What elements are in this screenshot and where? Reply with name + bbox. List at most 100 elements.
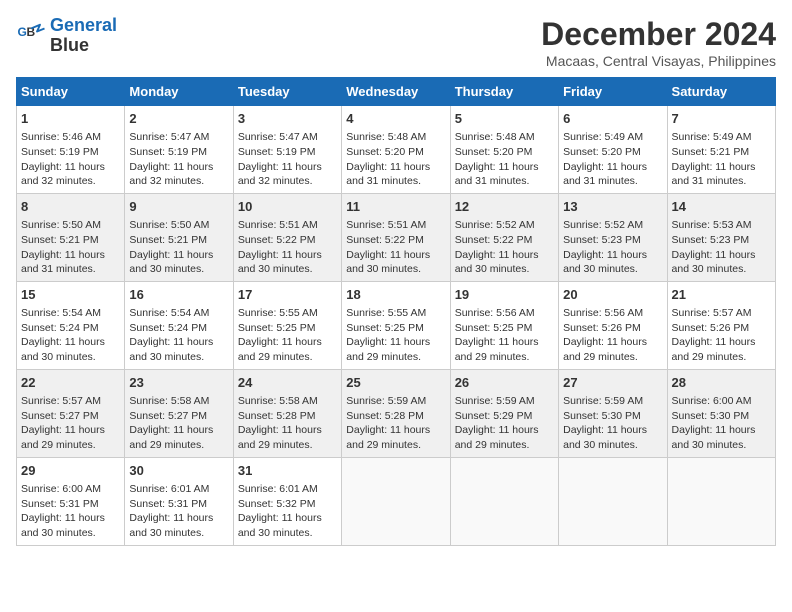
- day-info: Sunrise: 5:49 AM Sunset: 5:21 PM Dayligh…: [672, 130, 771, 189]
- day-info: Sunrise: 5:54 AM Sunset: 5:24 PM Dayligh…: [21, 306, 120, 365]
- calendar-cell: 15 Sunrise: 5:54 AM Sunset: 5:24 PM Dayli…: [17, 281, 125, 369]
- day-info: Sunrise: 5:48 AM Sunset: 5:20 PM Dayligh…: [455, 130, 554, 189]
- day-number: 16: [129, 286, 228, 304]
- day-info: Sunrise: 5:51 AM Sunset: 5:22 PM Dayligh…: [346, 218, 445, 277]
- day-number: 28: [672, 374, 771, 392]
- day-info: Sunrise: 5:46 AM Sunset: 5:19 PM Dayligh…: [21, 130, 120, 189]
- page-subtitle: Macaas, Central Visayas, Philippines: [541, 53, 776, 69]
- calendar-cell: 7 Sunrise: 5:49 AM Sunset: 5:21 PM Daylig…: [667, 106, 775, 194]
- calendar-cell: [559, 457, 667, 545]
- calendar-cell: 5 Sunrise: 5:48 AM Sunset: 5:20 PM Daylig…: [450, 106, 558, 194]
- svg-text:G: G: [18, 25, 27, 39]
- calendar-cell: 6Sunrise: 5:49 AM Sunset: 5:20 PM Daylig…: [559, 106, 667, 194]
- day-number: 30: [129, 462, 228, 480]
- day-number: 31: [238, 462, 337, 480]
- day-number: 6: [563, 110, 662, 128]
- calendar-cell: 1Sunrise: 5:46 AM Sunset: 5:19 PM Daylig…: [17, 106, 125, 194]
- calendar-cell: [667, 457, 775, 545]
- day-number: 19: [455, 286, 554, 304]
- day-info: Sunrise: 5:51 AM Sunset: 5:22 PM Dayligh…: [238, 218, 337, 277]
- day-info: Sunrise: 5:55 AM Sunset: 5:25 PM Dayligh…: [238, 306, 337, 365]
- day-info: Sunrise: 6:00 AM Sunset: 5:30 PM Dayligh…: [672, 394, 771, 453]
- day-number: 26: [455, 374, 554, 392]
- calendar-cell: 20 Sunrise: 5:56 AM Sunset: 5:26 PM Dayli…: [559, 281, 667, 369]
- day-info: Sunrise: 5:50 AM Sunset: 5:21 PM Dayligh…: [21, 218, 120, 277]
- calendar-cell: 21Sunrise: 5:57 AM Sunset: 5:26 PM Dayli…: [667, 281, 775, 369]
- calendar-cell: 13Sunrise: 5:52 AM Sunset: 5:23 PM Dayli…: [559, 193, 667, 281]
- day-number: 2: [129, 110, 228, 128]
- day-number: 12: [455, 198, 554, 216]
- calendar-cell: 16Sunrise: 5:54 AM Sunset: 5:24 PM Dayli…: [125, 281, 233, 369]
- day-number: 8: [21, 198, 120, 216]
- day-number: 11: [346, 198, 445, 216]
- calendar-cell: 28 Sunrise: 6:00 AM Sunset: 5:30 PM Dayli…: [667, 369, 775, 457]
- header-cell: Sunday: [17, 78, 125, 106]
- calendar-week-row: 8 Sunrise: 5:50 AM Sunset: 5:21 PM Daylig…: [17, 193, 776, 281]
- day-number: 5: [455, 110, 554, 128]
- title-block: December 2024 Macaas, Central Visayas, P…: [541, 16, 776, 69]
- day-info: Sunrise: 5:56 AM Sunset: 5:26 PM Dayligh…: [563, 306, 662, 365]
- day-info: Sunrise: 5:59 AM Sunset: 5:28 PM Dayligh…: [346, 394, 445, 453]
- logo: G B General Blue: [16, 16, 117, 56]
- logo-icon: G B: [16, 21, 46, 51]
- day-number: 14: [672, 198, 771, 216]
- calendar-table: SundayMondayTuesdayWednesdayThursdayFrid…: [16, 77, 776, 546]
- calendar-cell: 29 Sunrise: 6:00 AM Sunset: 5:31 PM Dayli…: [17, 457, 125, 545]
- page-title: December 2024: [541, 16, 776, 53]
- calendar-cell: 2 Sunrise: 5:47 AM Sunset: 5:19 PM Daylig…: [125, 106, 233, 194]
- calendar-header: SundayMondayTuesdayWednesdayThursdayFrid…: [17, 78, 776, 106]
- day-number: 24: [238, 374, 337, 392]
- header-cell: Thursday: [450, 78, 558, 106]
- header-row: SundayMondayTuesdayWednesdayThursdayFrid…: [17, 78, 776, 106]
- page-header: G B General Blue December 2024 Macaas, C…: [16, 16, 776, 69]
- calendar-cell: 31 Sunrise: 6:01 AM Sunset: 5:32 PM Dayli…: [233, 457, 341, 545]
- day-info: Sunrise: 5:52 AM Sunset: 5:22 PM Dayligh…: [455, 218, 554, 277]
- day-info: Sunrise: 5:58 AM Sunset: 5:27 PM Dayligh…: [129, 394, 228, 453]
- day-info: Sunrise: 5:52 AM Sunset: 5:23 PM Dayligh…: [563, 218, 662, 277]
- calendar-cell: 4 Sunrise: 5:48 AM Sunset: 5:20 PM Daylig…: [342, 106, 450, 194]
- day-number: 7: [672, 110, 771, 128]
- day-number: 9: [129, 198, 228, 216]
- day-info: Sunrise: 6:01 AM Sunset: 5:32 PM Dayligh…: [238, 482, 337, 541]
- day-info: Sunrise: 6:00 AM Sunset: 5:31 PM Dayligh…: [21, 482, 120, 541]
- day-number: 10: [238, 198, 337, 216]
- calendar-cell: 8 Sunrise: 5:50 AM Sunset: 5:21 PM Daylig…: [17, 193, 125, 281]
- day-number: 25: [346, 374, 445, 392]
- calendar-cell: 26 Sunrise: 5:59 AM Sunset: 5:29 PM Dayli…: [450, 369, 558, 457]
- logo-text: General Blue: [50, 16, 117, 56]
- day-number: 20: [563, 286, 662, 304]
- day-number: 4: [346, 110, 445, 128]
- day-number: 22: [21, 374, 120, 392]
- calendar-week-row: 15 Sunrise: 5:54 AM Sunset: 5:24 PM Dayli…: [17, 281, 776, 369]
- day-number: 15: [21, 286, 120, 304]
- day-info: Sunrise: 5:56 AM Sunset: 5:25 PM Dayligh…: [455, 306, 554, 365]
- calendar-week-row: 22Sunrise: 5:57 AM Sunset: 5:27 PM Dayli…: [17, 369, 776, 457]
- day-info: Sunrise: 5:47 AM Sunset: 5:19 PM Dayligh…: [129, 130, 228, 189]
- day-info: Sunrise: 5:53 AM Sunset: 5:23 PM Dayligh…: [672, 218, 771, 277]
- day-number: 17: [238, 286, 337, 304]
- day-info: Sunrise: 5:59 AM Sunset: 5:30 PM Dayligh…: [563, 394, 662, 453]
- header-cell: Wednesday: [342, 78, 450, 106]
- day-info: Sunrise: 5:58 AM Sunset: 5:28 PM Dayligh…: [238, 394, 337, 453]
- header-cell: Tuesday: [233, 78, 341, 106]
- calendar-cell: 9Sunrise: 5:50 AM Sunset: 5:21 PM Daylig…: [125, 193, 233, 281]
- calendar-cell: 19 Sunrise: 5:56 AM Sunset: 5:25 PM Dayli…: [450, 281, 558, 369]
- day-number: 23: [129, 374, 228, 392]
- calendar-week-row: 29 Sunrise: 6:00 AM Sunset: 5:31 PM Dayli…: [17, 457, 776, 545]
- header-cell: Monday: [125, 78, 233, 106]
- day-info: Sunrise: 5:48 AM Sunset: 5:20 PM Dayligh…: [346, 130, 445, 189]
- day-info: Sunrise: 5:59 AM Sunset: 5:29 PM Dayligh…: [455, 394, 554, 453]
- calendar-cell: 10 Sunrise: 5:51 AM Sunset: 5:22 PM Dayli…: [233, 193, 341, 281]
- calendar-cell: [450, 457, 558, 545]
- calendar-cell: 12 Sunrise: 5:52 AM Sunset: 5:22 PM Dayli…: [450, 193, 558, 281]
- calendar-cell: 22Sunrise: 5:57 AM Sunset: 5:27 PM Dayli…: [17, 369, 125, 457]
- header-cell: Friday: [559, 78, 667, 106]
- calendar-cell: 23 Sunrise: 5:58 AM Sunset: 5:27 PM Dayli…: [125, 369, 233, 457]
- day-number: 18: [346, 286, 445, 304]
- day-info: Sunrise: 6:01 AM Sunset: 5:31 PM Dayligh…: [129, 482, 228, 541]
- day-info: Sunrise: 5:55 AM Sunset: 5:25 PM Dayligh…: [346, 306, 445, 365]
- header-cell: Saturday: [667, 78, 775, 106]
- calendar-cell: 14 Sunrise: 5:53 AM Sunset: 5:23 PM Dayli…: [667, 193, 775, 281]
- day-number: 29: [21, 462, 120, 480]
- calendar-week-row: 1Sunrise: 5:46 AM Sunset: 5:19 PM Daylig…: [17, 106, 776, 194]
